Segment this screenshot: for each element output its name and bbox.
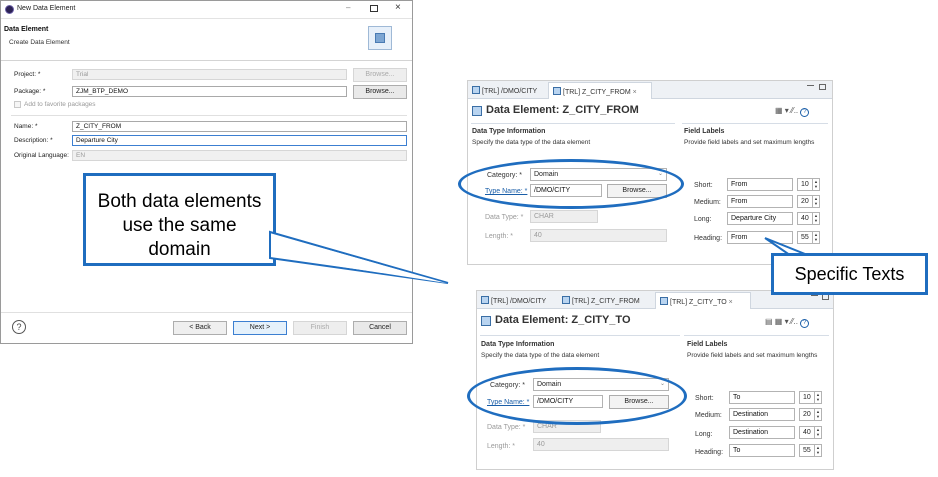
callout-pointer xyxy=(764,237,819,264)
callout-specific-texts-text: Specific Texts xyxy=(794,264,905,284)
callout-specific-texts: Specific Texts xyxy=(771,253,928,295)
